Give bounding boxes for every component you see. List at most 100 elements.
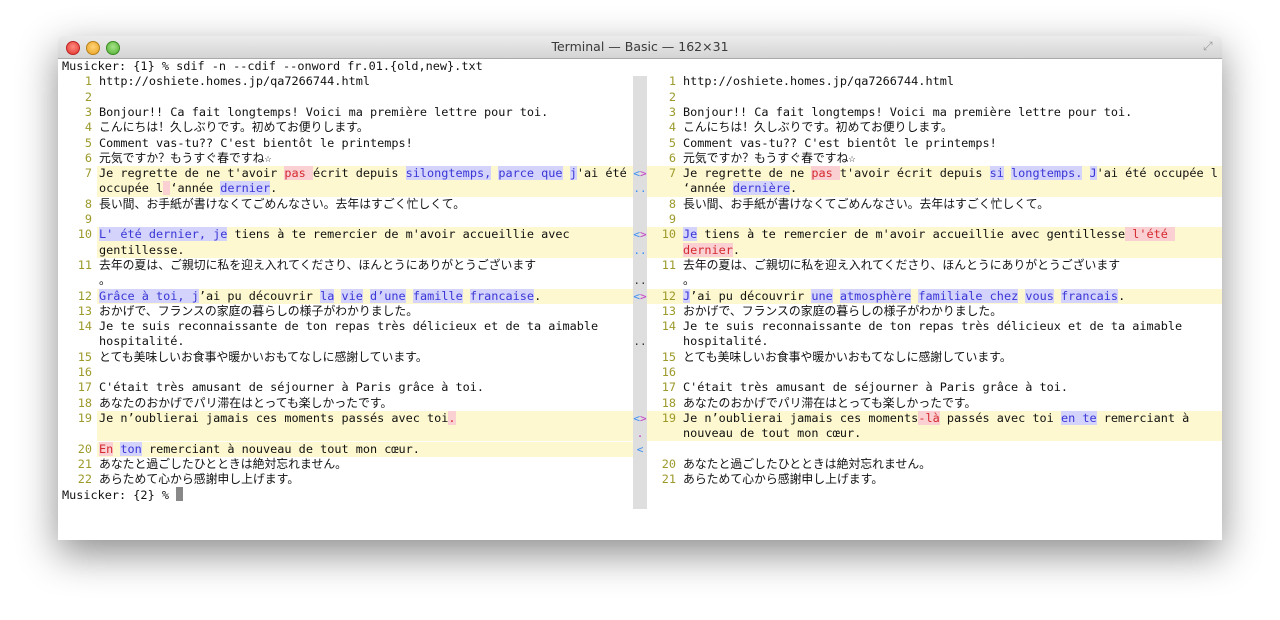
changed-word: vous (1025, 288, 1054, 303)
title-bar[interactable]: Terminal — Basic — 162×31 ⤢ (58, 36, 1222, 59)
left-line-text: おかげで、フランスの家庭の暮らしの様子がわかりました。 (99, 304, 418, 319)
diff-marker: <> (633, 228, 647, 242)
left-line-number: 3 (84, 104, 92, 119)
fullscreen-icon[interactable]: ⤢ (1203, 40, 1216, 53)
text-segment (563, 166, 570, 180)
right-line-number: 13 (661, 303, 676, 318)
text-segment: 。 (99, 273, 111, 288)
left-line-text: C'était très amusant de séjourner à Pari… (99, 380, 484, 395)
text-segment: http://oshiete.homes.jp/qa7266744.html (99, 74, 370, 89)
left-line-number: 10 (77, 227, 92, 242)
text-segment: . (270, 181, 278, 196)
diff-row: 5 Comment vas-tu?? C'est bientôt le print… (58, 136, 1222, 151)
text-segment: . (1118, 288, 1126, 303)
text-segment: おかげで、フランスの家庭の暮らしの様子がわかりました。 (683, 303, 1003, 318)
changed-word: la (320, 288, 335, 303)
diff-row: 13 おかげで、フランスの家庭の暮らしの様子がわかりました。 13 おかげで、フランス… (58, 304, 1222, 319)
text-segment: あなたと過ごしたひとときは絶対忘れません。 (683, 456, 932, 471)
text-segment: こんにちは！久しぶりです。初めてお便りします。 (99, 120, 369, 135)
changed-word: Grâce à toi, j (99, 288, 199, 303)
text-segment: とても美味しいお食事や暖かいおもてなしに感謝しています。 (683, 349, 1012, 364)
text-segment: あらためて心から感謝申し上げます。 (683, 472, 884, 487)
left-line-number: 9 (84, 212, 92, 226)
text-segment: あなたのおかげでパリ滞在はとっても楽しかったです。 (683, 395, 977, 410)
text-segment: ’ai pu découvrir (198, 288, 321, 303)
left-line-number: 1 (84, 74, 92, 89)
deleted-word: l'été (1125, 227, 1176, 242)
diff-row: 14 Je te suis reconnaissante de ton repas… (58, 319, 1222, 334)
text-segment: occupée l (99, 181, 164, 196)
text-segment: 。 (683, 273, 695, 288)
right-line-number: 12 (661, 288, 676, 303)
right-line-number: 11 (661, 257, 676, 272)
right-line-number: 18 (661, 395, 676, 410)
diff-row: 15 とても美味しいお食事や暖かいおもてなしに感謝しています。 15 とても美味しいお… (58, 350, 1222, 365)
changed-word: J (1089, 166, 1097, 181)
changed-word: j (569, 166, 577, 181)
right-line-text: あなたのおかげでパリ滞在はとっても楽しかったです。 (683, 396, 976, 411)
text-segment: ‘année (170, 181, 221, 196)
text-segment: passés avec toi (939, 410, 1061, 425)
right-line-text: 去年の夏は、ご親切に私を迎え入れてくださり、ほんとうにありがとうございます (683, 258, 1120, 273)
diff-row: 10 L' été dernier, je tiens à te remercie… (58, 227, 1222, 243)
diff-row: 3 Bonjour!! Ca fait longtemps! Voici ma p… (58, 105, 1222, 120)
right-line-text: Comment vas-tu?? C'est bientôt le printe… (683, 136, 997, 151)
diff-row: 4 こんにちは！久しぶりです。初めてお便りします。 4 こんにちは！久しぶりです。初め… (58, 120, 1222, 135)
right-line-number: 16 (661, 365, 676, 379)
text-segment: あなたと過ごしたひとときは絶対忘れません。 (99, 456, 348, 471)
right-line-number: 15 (661, 349, 676, 364)
right-line-text: 元気ですか？もうすぐ春ですね☆ (683, 151, 856, 166)
changed-word: parce que (498, 166, 563, 181)
right-line-number: 21 (661, 472, 676, 487)
marker-text: < (636, 442, 644, 456)
command-line: Musicker: {1} % sdif -n --cdif --onword … (62, 59, 1222, 74)
text-segment: こんにちは！久しぶりです。初めてお便りします。 (683, 120, 953, 135)
changed-line-highlight (97, 426, 633, 442)
diff-row: 11 去年の夏は、ご親切に私を迎え入れてくださり、ほんとうにありがとうございます 1… (58, 258, 1222, 273)
prompt: Musicker: {1} % (62, 59, 177, 73)
diff-marker: <> (633, 289, 647, 303)
left-line-number: 16 (77, 365, 92, 379)
diff-row: 1 http://oshiete.homes.jp/qa7266744.html 1… (58, 74, 1222, 89)
left-line-text: あらためて心から感謝申し上げます。 (99, 472, 299, 487)
diff-marker: .. (633, 273, 647, 288)
diff-row: 16 16 (58, 365, 1222, 380)
diff-row: 7 Je regrette de ne t'avoir pas écrit dep… (58, 166, 1222, 182)
left-line-text: gentillesse. (99, 243, 185, 258)
text-segment (1054, 289, 1061, 303)
text-segment: t'avoir écrit depuis (839, 166, 990, 181)
right-line-text: Je te suis reconnaissante de ton repas t… (683, 319, 1182, 334)
right-line-text: Je tiens à te remercier de m'avoir accue… (683, 227, 1176, 242)
text-segment (1082, 166, 1089, 180)
deleted-word: . (448, 410, 456, 425)
left-line-text: Grâce à toi, j’ai pu découvrir la vie d’… (99, 288, 541, 304)
text-segment: あなたのおかげでパリ滞在はとっても楽しかったです。 (99, 395, 393, 410)
text-segment: nouveau de tout mon cœur. (683, 426, 862, 441)
left-line-number: 8 (84, 196, 92, 211)
left-line-text: Je regrette de ne t'avoir pas écrit depu… (99, 166, 627, 181)
right-line-number: 1 (668, 74, 676, 89)
text-segment: とても美味しいお食事や暖かいおもてなしに感謝しています。 (99, 349, 428, 364)
text-segment: . (732, 242, 741, 257)
diff-row: 21 あなたと過ごしたひとときは絶対忘れません。 20 あなたと過ごしたひとときは絶対… (58, 457, 1222, 472)
deleted-word: -là (918, 410, 940, 425)
left-line-number: 13 (77, 303, 92, 318)
right-line-text: dernier. (683, 242, 741, 258)
right-line-number: 7 (668, 166, 676, 181)
diff-marker: .. (633, 243, 647, 258)
text-segment: 長い間、お手紙が書けなくてごめんなさい。去年はすごく忙しくて。 (683, 196, 1050, 211)
changed-word: vie (341, 288, 363, 303)
window-title: Terminal — Basic — 162×31 (551, 39, 729, 54)
changed-word: dernière (732, 181, 790, 196)
left-line-text: あなたのおかげでパリ滞在はとっても楽しかったです。 (99, 396, 392, 411)
terminal-content[interactable]: Musicker: {1} % sdif -n --cdif --onword … (58, 59, 1222, 540)
left-line-text: あなたと過ごしたひとときは絶対忘れません。 (99, 457, 347, 472)
diff-row: 19 Je n’oublierai jamais ces moments pass… (58, 410, 1222, 427)
right-line-text: ‘année dernière. (683, 181, 797, 196)
left-line-number: 15 (77, 349, 92, 364)
diff-row: . nouveau de tout mon cœur. (58, 426, 1222, 442)
text-segment (833, 289, 840, 303)
text-segment: あらためて心から感謝申し上げます。 (99, 472, 300, 487)
right-line-text: 。 (683, 273, 695, 288)
changed-word: d’une (370, 288, 406, 303)
